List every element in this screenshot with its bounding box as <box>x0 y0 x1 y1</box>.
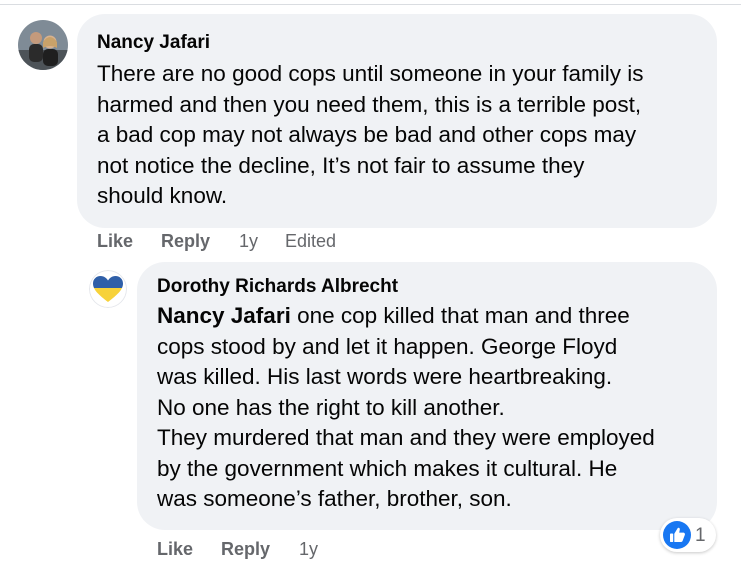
avatar-dorothy-richards-albrecht[interactable] <box>89 270 127 308</box>
comment-text-line: a bad cop may not always be bad and othe… <box>97 122 637 147</box>
comment-text-line: should know. <box>97 183 228 208</box>
comment-text-line: harmed and then you need them, this is a… <box>97 91 642 117</box>
reply-actions: Like Reply 1y <box>157 539 377 561</box>
reaction-summary[interactable]: 1 <box>660 518 716 552</box>
comment-actions: Like Reply 1y Edited <box>97 231 397 253</box>
reply-author[interactable]: Dorothy Richards Albrecht <box>157 276 398 298</box>
edited-label: Edited <box>285 231 337 251</box>
reply-button[interactable]: Reply <box>221 539 270 560</box>
reply-text-line: cops stood by and let it happen. George … <box>157 333 618 359</box>
comment-timestamp[interactable]: 1y <box>239 231 258 252</box>
reaction-count: 1 <box>695 525 706 546</box>
reply-text-line: was killed. His last words were heartbre… <box>157 364 613 389</box>
reply-text-line: They murdered that man and they were emp… <box>157 425 655 450</box>
mention-nancy-jafari[interactable]: Nancy Jafari <box>157 303 291 328</box>
reply-button[interactable]: Reply <box>161 231 210 252</box>
comment-text-line: There are no good cops until someone in … <box>97 61 644 86</box>
comment-text: There are no good cops until someone in … <box>97 59 644 212</box>
like-icon <box>663 521 691 554</box>
reply-text-line: by the government which makes it cultura… <box>157 455 618 481</box>
reply-text-line: No one has the right to kill another. <box>157 394 505 420</box>
like-button[interactable]: Like <box>157 539 193 560</box>
comment-author[interactable]: Nancy Jafari <box>97 32 210 54</box>
reply-timestamp[interactable]: 1y <box>299 539 318 560</box>
like-button[interactable]: Like <box>97 231 133 252</box>
comment-text-line: not notice the decline, It’s not fair to… <box>97 152 585 178</box>
top-divider <box>0 4 741 5</box>
reply-text: Nancy Jafari one cop killed that man and… <box>157 301 655 515</box>
reply-text-line: Nancy Jafari one cop killed that man and… <box>157 303 630 328</box>
reply-text-line: was someone’s father, brother, son. <box>157 486 512 511</box>
avatar-nancy-jafari[interactable] <box>18 20 68 70</box>
